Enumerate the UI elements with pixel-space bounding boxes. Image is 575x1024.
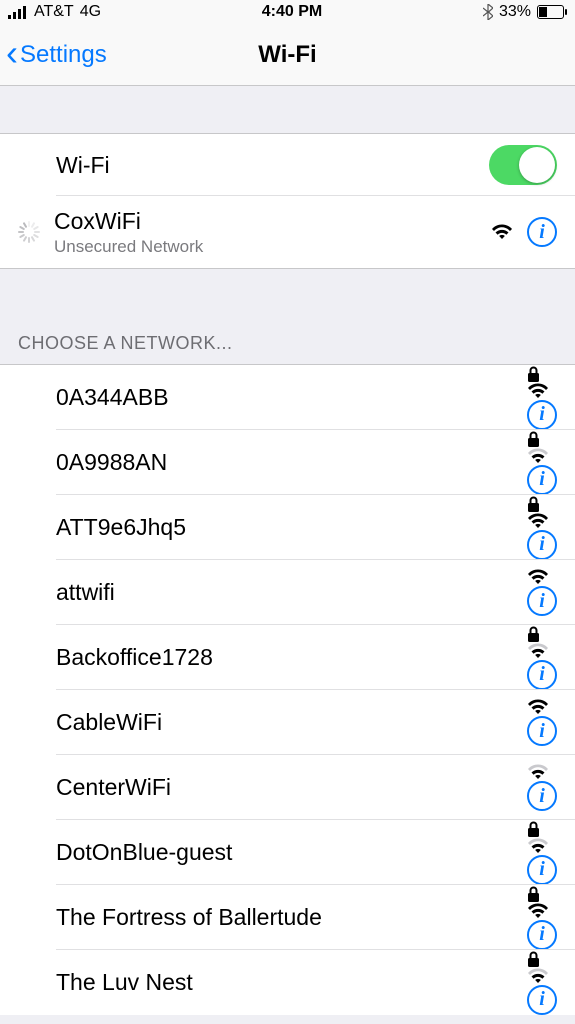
info-button[interactable]: i <box>527 716 557 746</box>
info-button[interactable]: i <box>527 586 557 616</box>
network-row[interactable]: The Fortress of Ballertudei <box>0 885 575 950</box>
wifi-toggle-label: Wi-Fi <box>56 152 489 179</box>
network-row[interactable]: 0A344ABBi <box>0 365 575 430</box>
connecting-network-subtitle: Unsecured Network <box>54 237 491 257</box>
network-name: The Fortress of Ballertude <box>56 904 527 931</box>
bluetooth-icon <box>483 4 493 20</box>
back-button[interactable]: ‹ Settings <box>0 35 107 75</box>
network-name: ATT9e6Jhq5 <box>56 514 527 541</box>
wifi-toggle-row: Wi-Fi <box>0 134 575 196</box>
connecting-network-row[interactable]: CoxWiFi Unsecured Network i <box>0 196 575 268</box>
connecting-network-name: CoxWiFi <box>54 208 491 235</box>
wifi-signal-icon <box>491 224 513 241</box>
clock-label: 4:40 PM <box>262 3 322 21</box>
back-label: Settings <box>20 41 107 69</box>
info-button[interactable]: i <box>527 985 557 1015</box>
wifi-toggle[interactable] <box>489 145 557 185</box>
carrier-label: AT&T <box>34 3 74 21</box>
network-name: CableWiFi <box>56 709 527 736</box>
lock-icon <box>527 366 557 383</box>
wifi-signal-icon <box>527 513 557 530</box>
page-title: Wi-Fi <box>258 41 316 69</box>
network-list: 0A344ABBi0A9988ANiATT9e6Jhq5iattwifiiBac… <box>0 365 575 1015</box>
network-row[interactable]: 0A9988ANi <box>0 430 575 495</box>
wifi-signal-icon <box>527 699 557 716</box>
wifi-status-group: Wi-Fi CoxWiFi Unsecured Network i <box>0 134 575 269</box>
battery-percent-label: 33% <box>499 3 531 21</box>
wifi-signal-icon <box>527 643 557 660</box>
spinner-icon <box>18 221 40 243</box>
network-name: 0A9988AN <box>56 449 527 476</box>
network-name: CenterWiFi <box>56 774 527 801</box>
info-button[interactable]: i <box>527 920 557 950</box>
network-row[interactable]: Backoffice1728i <box>0 625 575 690</box>
info-button[interactable]: i <box>527 530 557 560</box>
lock-icon <box>527 431 557 448</box>
network-row[interactable]: attwifii <box>0 560 575 625</box>
network-name: 0A344ABB <box>56 384 527 411</box>
nav-bar: ‹ Settings Wi-Fi <box>0 24 575 86</box>
wifi-signal-icon <box>527 838 557 855</box>
cell-signal-icon <box>8 5 28 19</box>
choose-network-header: Choose a Network... <box>0 269 575 365</box>
network-name: attwifi <box>56 579 527 606</box>
network-row[interactable]: ATT9e6Jhq5i <box>0 495 575 560</box>
wifi-signal-icon <box>527 968 557 985</box>
info-button[interactable]: i <box>527 217 557 247</box>
section-gap <box>0 86 575 134</box>
lock-icon <box>527 951 557 968</box>
network-type-label: 4G <box>80 3 101 21</box>
info-button[interactable]: i <box>527 400 557 430</box>
wifi-signal-icon <box>527 903 557 920</box>
network-row[interactable]: CableWiFii <box>0 690 575 755</box>
lock-icon <box>527 496 557 513</box>
lock-icon <box>527 821 557 838</box>
network-row[interactable]: DotOnBlue-guesti <box>0 820 575 885</box>
wifi-signal-icon <box>527 569 557 586</box>
lock-icon <box>527 626 557 643</box>
lock-icon <box>527 886 557 903</box>
network-row[interactable]: CenterWiFii <box>0 755 575 820</box>
network-name: DotOnBlue-guest <box>56 839 527 866</box>
status-bar: AT&T 4G 4:40 PM 33% <box>0 0 575 24</box>
network-row[interactable]: The Luv Nesti <box>0 950 575 1015</box>
battery-icon <box>537 5 567 19</box>
wifi-signal-icon <box>527 764 557 781</box>
wifi-signal-icon <box>527 448 557 465</box>
network-name: Backoffice1728 <box>56 644 527 671</box>
network-name: The Luv Nest <box>56 969 527 996</box>
info-button[interactable]: i <box>527 781 557 811</box>
chevron-left-icon: ‹ <box>6 35 18 75</box>
info-button[interactable]: i <box>527 660 557 690</box>
wifi-signal-icon <box>527 383 557 400</box>
info-button[interactable]: i <box>527 465 557 495</box>
info-button[interactable]: i <box>527 855 557 885</box>
